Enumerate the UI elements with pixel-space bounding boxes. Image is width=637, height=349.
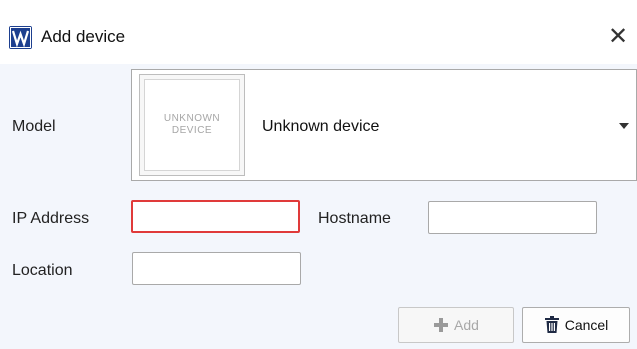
app-logo-icon — [9, 26, 32, 49]
hostname-input[interactable] — [429, 202, 596, 233]
location-input[interactable] — [133, 253, 300, 284]
add-device-dialog: Add device ✕ Model UNKNOWN DEVICE Unknow… — [0, 0, 637, 349]
hostname-field[interactable] — [428, 201, 597, 234]
device-image-line2: DEVICE — [171, 125, 213, 136]
add-button[interactable]: Add — [398, 307, 514, 343]
device-image: UNKNOWN DEVICE — [139, 74, 245, 176]
model-label: Model — [12, 118, 56, 135]
location-field[interactable] — [132, 252, 301, 285]
trash-icon — [544, 316, 560, 334]
ip-address-input[interactable] — [133, 202, 298, 231]
ip-address-label: IP Address — [12, 210, 90, 227]
ip-address-field[interactable] — [131, 200, 300, 233]
close-icon[interactable]: ✕ — [604, 22, 632, 50]
model-selected-value: Unknown device — [262, 118, 380, 135]
cancel-button[interactable]: Cancel — [522, 307, 630, 343]
dropdown-arrow-icon[interactable] — [619, 123, 629, 129]
window-title: Add device — [41, 27, 126, 46]
model-select[interactable]: UNKNOWN DEVICE Unknown device — [131, 69, 637, 181]
unknown-device-placeholder-icon: UNKNOWN DEVICE — [144, 79, 240, 171]
device-image-line1: UNKNOWN — [163, 113, 221, 124]
hostname-label: Hostname — [318, 210, 391, 227]
location-label: Location — [12, 262, 73, 279]
plus-icon — [433, 317, 449, 333]
add-button-label: Add — [454, 317, 479, 333]
cancel-button-label: Cancel — [564, 317, 609, 333]
title-bar: Add device ✕ — [0, 0, 637, 64]
